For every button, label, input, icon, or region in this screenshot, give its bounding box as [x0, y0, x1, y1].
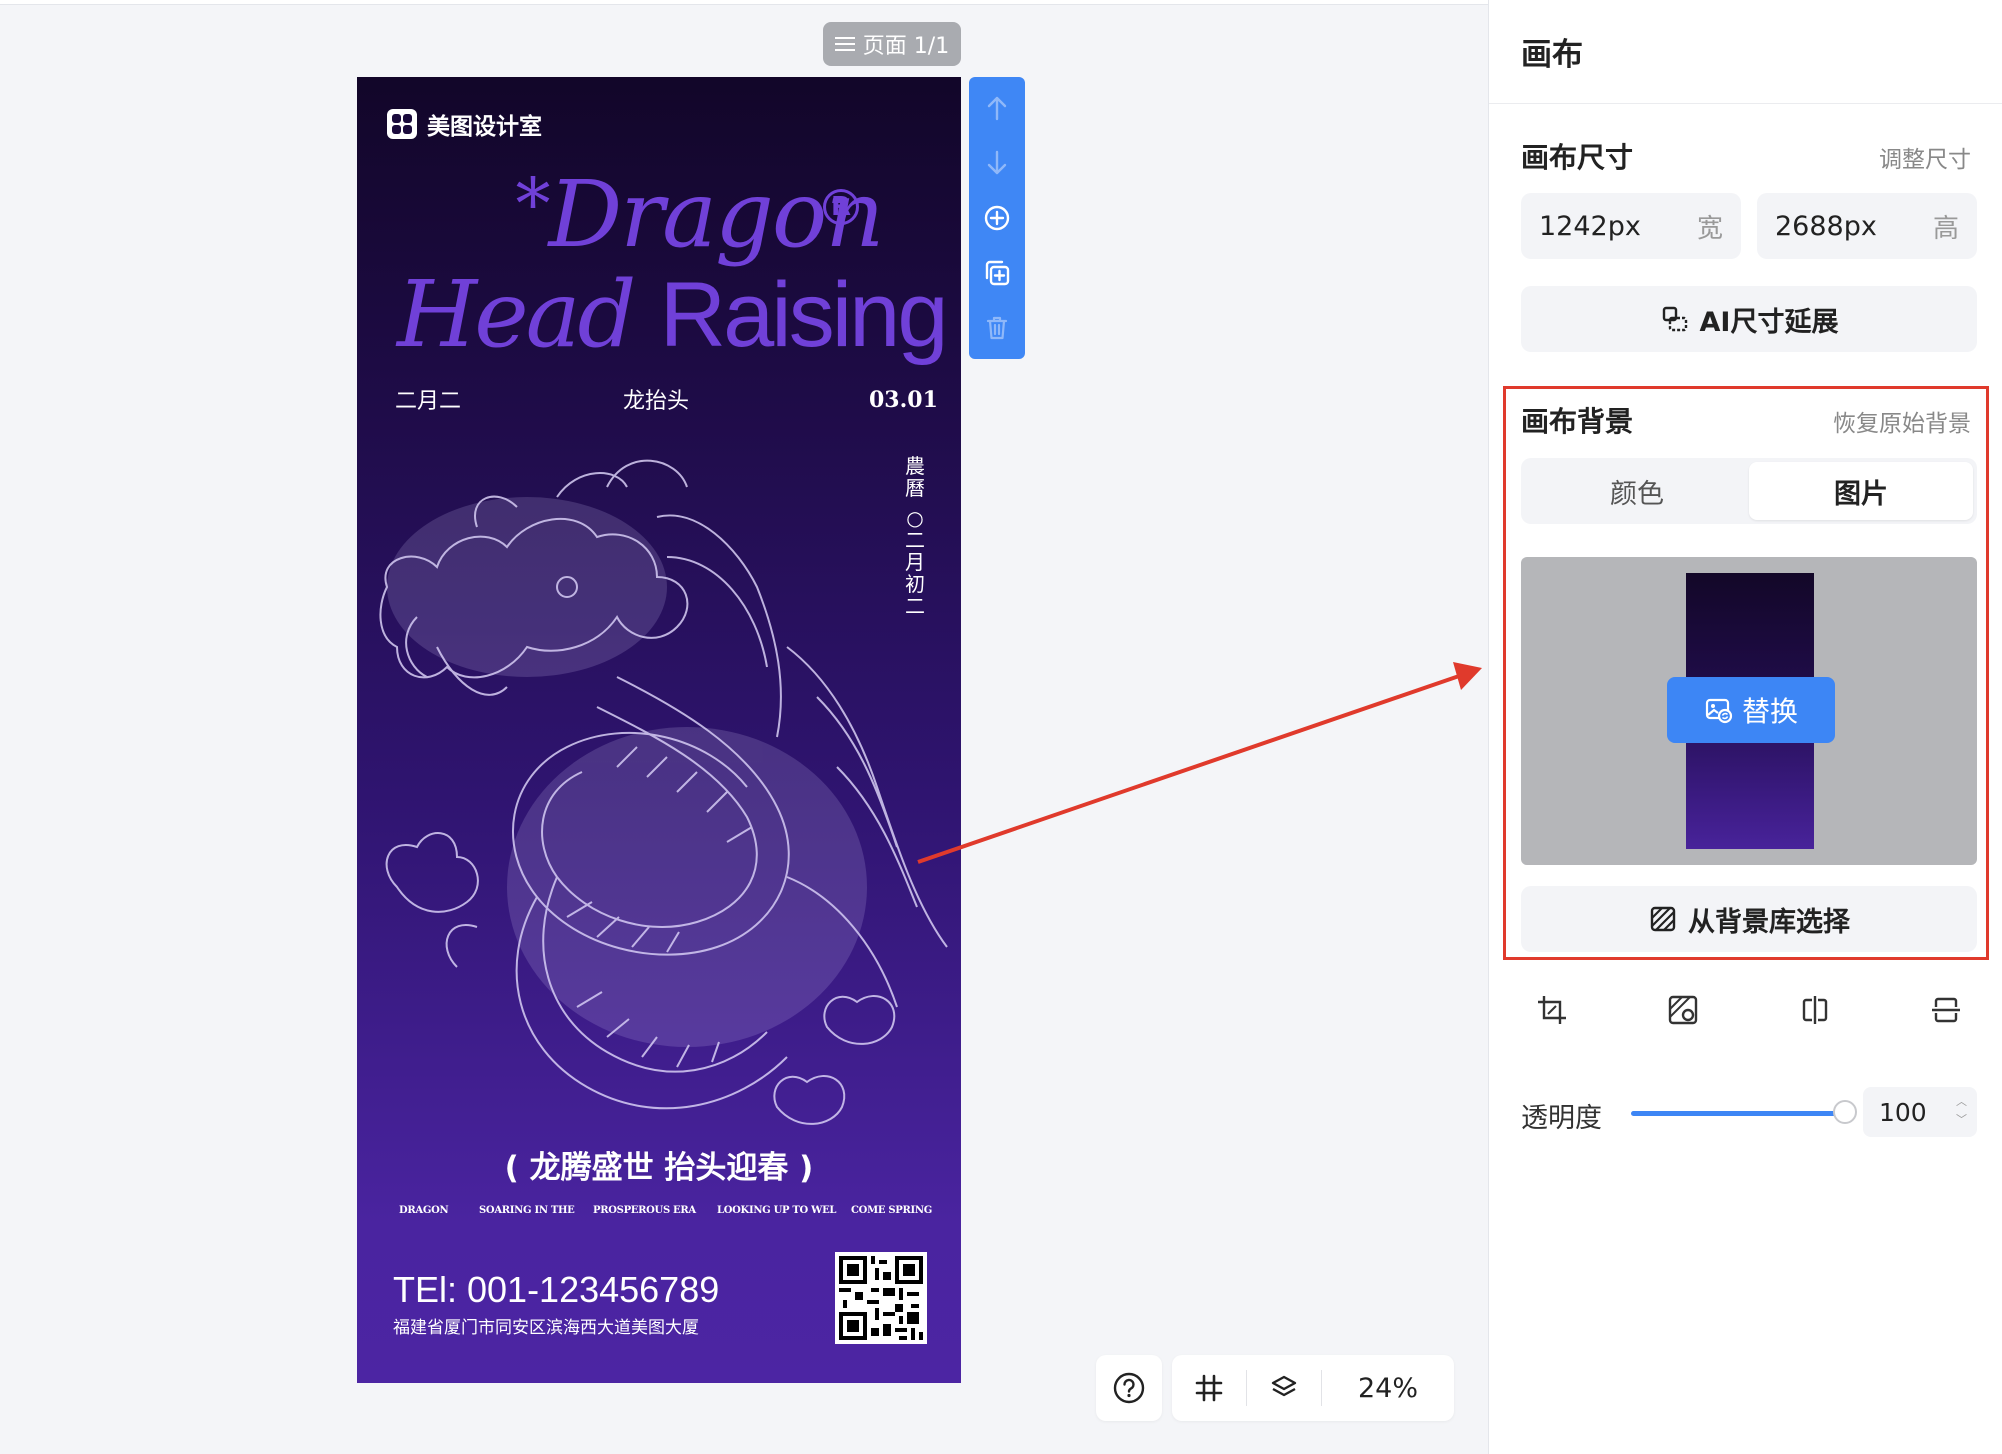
- add-page-icon: [984, 205, 1010, 231]
- zoom-toolbar: 24%: [1172, 1355, 1454, 1421]
- canvas-bg-title: 画布背景: [1521, 405, 1634, 438]
- slogan-en-2: SOARING IN THE: [479, 1205, 575, 1216]
- title-head: Head: [397, 261, 636, 368]
- opacity-value: 100: [1879, 1097, 1927, 1127]
- grid-toggle-button[interactable]: [1172, 1355, 1246, 1421]
- ai-expand-button[interactable]: AI尺寸延展: [1521, 286, 1977, 352]
- cutout-button[interactable]: [1658, 985, 1708, 1035]
- ai-expand-icon: [1662, 306, 1687, 332]
- restore-bg-link[interactable]: 恢复原始背景: [1833, 404, 1971, 438]
- move-up-button[interactable]: [977, 88, 1017, 128]
- image-tools-row: [1521, 985, 1977, 1035]
- arrow-up-icon: [987, 97, 1007, 121]
- resize-link[interactable]: 调整尺寸: [1879, 140, 1971, 174]
- dragon-illustration: [379, 459, 948, 1125]
- opacity-label: 透明度: [1521, 1103, 1602, 1134]
- registered-mark: R: [823, 189, 859, 225]
- crop-button[interactable]: [1527, 985, 1577, 1035]
- opacity-input[interactable]: 100 ︿ ﹀: [1863, 1087, 1977, 1137]
- title-raising: Raising: [659, 264, 949, 366]
- replace-label: 替换: [1741, 695, 1798, 728]
- canvas-size-title: 画布尺寸: [1521, 141, 1634, 174]
- poster-title-line1: *Dragon: [469, 169, 929, 261]
- poster-brand: 美图设计室: [387, 107, 542, 141]
- slogan-en-4: LOOKING UP TO WEL: [717, 1205, 837, 1216]
- stepper-icon[interactable]: ︿ ﹀: [1956, 1093, 1967, 1129]
- properties-panel: 画布 画布尺寸 调整尺寸 1242px 宽 2688px 高 AI尺寸延展 画布…: [1488, 0, 2002, 1454]
- top-divider: [0, 0, 1488, 5]
- flip-vertical-icon: [1931, 997, 1960, 1023]
- crop-icon: [1538, 996, 1566, 1024]
- duplicate-page-button[interactable]: [977, 253, 1017, 293]
- page-side-toolbar: [969, 77, 1025, 359]
- cutout-icon: [1669, 995, 1698, 1025]
- poster-address: 福建省厦门市同安区滨海西大道美图大厦: [393, 1318, 699, 1338]
- ai-expand-label: AI尺寸延展: [1699, 306, 1839, 338]
- replace-button[interactable]: 替换: [1667, 677, 1835, 743]
- date-right: 03.01: [869, 387, 938, 413]
- slogan-en-3: PROSPEROUS ERA: [593, 1205, 696, 1216]
- layers-icon: [1271, 1375, 1297, 1397]
- tab-image[interactable]: 图片: [1749, 462, 1973, 520]
- date-left: 二月二: [395, 389, 462, 414]
- width-field[interactable]: 1242px 宽: [1521, 193, 1741, 259]
- bg-library-icon: [1650, 906, 1676, 932]
- help-icon: [1113, 1372, 1145, 1404]
- poster-title-line2: Head Raising: [397, 269, 957, 362]
- slogan-en-1: DRAGON: [399, 1205, 449, 1216]
- poster-canvas[interactable]: 美图设计室 *Dragon R Head Raising 二月二 龙抬头 03.…: [357, 77, 961, 1383]
- title-star: *: [515, 163, 550, 245]
- delete-page-button[interactable]: [977, 308, 1017, 348]
- delete-page-icon: [986, 316, 1008, 339]
- arrow-down-icon: [987, 150, 1007, 175]
- add-page-button[interactable]: [977, 198, 1017, 238]
- flip-horizontal-button[interactable]: [1790, 985, 1840, 1035]
- layers-button[interactable]: [1247, 1355, 1321, 1421]
- grid-icon: [1195, 1374, 1223, 1402]
- qr-code: [835, 1252, 927, 1344]
- poster-slogan: ( 龙腾盛世 抬头迎春 ): [504, 1150, 814, 1186]
- width-value: 1242px: [1539, 210, 1641, 242]
- poster-tel: TEl: 001-123456789: [393, 1269, 720, 1310]
- tab-color[interactable]: 颜色: [1525, 462, 1749, 520]
- bg-type-tabs: 颜色 图片: [1521, 458, 1977, 524]
- width-unit: 宽: [1696, 213, 1723, 244]
- page-indicator[interactable]: 页面 1/1: [823, 22, 961, 66]
- flip-vertical-button[interactable]: [1921, 985, 1971, 1035]
- date-mid: 龙抬头: [623, 389, 690, 414]
- brand-logo-icon: [387, 109, 417, 139]
- list-icon: [834, 35, 855, 53]
- duplicate-page-icon: [985, 260, 1010, 285]
- opacity-slider-thumb[interactable]: [1833, 1100, 1857, 1124]
- bg-library-button[interactable]: 从背景库选择: [1521, 886, 1977, 952]
- height-field[interactable]: 2688px 高: [1757, 193, 1977, 259]
- page-indicator-label: 页面 1/1: [862, 34, 950, 59]
- height-unit: 高: [1932, 213, 1959, 244]
- move-down-button[interactable]: [977, 143, 1017, 183]
- bg-library-label: 从背景库选择: [1688, 906, 1850, 938]
- opacity-slider-track[interactable]: [1631, 1111, 1843, 1116]
- flip-horizontal-icon: [1802, 996, 1827, 1024]
- brand-name: 美图设计室: [427, 114, 542, 140]
- slogan-en-5: COME SPRING: [851, 1205, 932, 1216]
- panel-title: 画布: [1489, 0, 2002, 104]
- help-button[interactable]: [1096, 1355, 1162, 1421]
- replace-image-icon: [1705, 698, 1733, 724]
- bg-image-preview: 替换: [1521, 557, 1977, 865]
- height-value: 2688px: [1775, 210, 1877, 242]
- zoom-level[interactable]: 24%: [1322, 1373, 1454, 1404]
